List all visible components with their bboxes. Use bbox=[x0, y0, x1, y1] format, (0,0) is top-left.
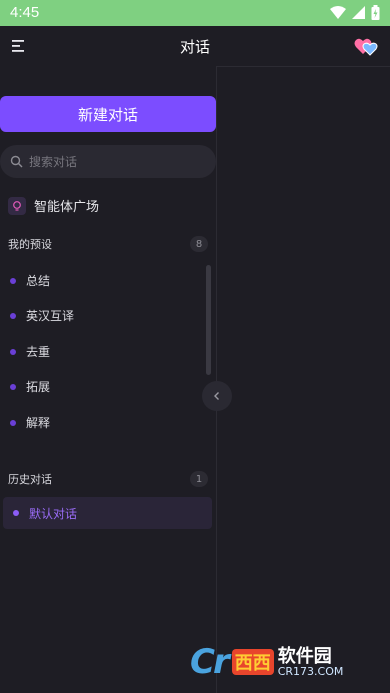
presets-title: 我的预设 bbox=[8, 238, 52, 251]
history-header: 历史对话 1 bbox=[8, 470, 208, 488]
header-divider bbox=[216, 66, 390, 67]
history-label: 默认对话 bbox=[29, 506, 78, 521]
collapse-sidebar-button[interactable] bbox=[202, 381, 232, 411]
watermark-name: 软件园 bbox=[277, 645, 332, 667]
new-chat-button[interactable]: 新建对话 bbox=[0, 96, 216, 132]
watermark-highlight: 西西 bbox=[231, 649, 274, 675]
preset-label: 拓展 bbox=[26, 380, 51, 394]
watermark-site: CR173.COM bbox=[277, 664, 344, 678]
bullet-dot bbox=[10, 312, 16, 319]
chevron-left-icon bbox=[214, 392, 219, 400]
bullet-dot bbox=[13, 510, 19, 516]
bullet-dot bbox=[10, 419, 16, 426]
history-item-default[interactable]: 默认对话 bbox=[3, 497, 212, 529]
bulb-icon bbox=[8, 196, 26, 215]
bullet-dot bbox=[10, 348, 16, 355]
agent-plaza-item[interactable]: 智能体广场 bbox=[8, 196, 99, 215]
agent-plaza-label: 智能体广场 bbox=[34, 200, 100, 215]
status-icons bbox=[330, 5, 380, 20]
preset-item-summary[interactable]: 总结 bbox=[10, 272, 50, 289]
status-time: 4:45 bbox=[10, 4, 40, 21]
bullet-dot bbox=[10, 383, 16, 390]
preset-item-explain[interactable]: 解释 bbox=[10, 414, 50, 431]
top-bar: 对话 bbox=[0, 26, 390, 66]
heart-icon[interactable] bbox=[354, 35, 378, 57]
wifi-icon bbox=[330, 6, 346, 19]
preset-label: 解释 bbox=[26, 416, 51, 430]
watermark-text: 软件园 CR173.COM bbox=[277, 645, 344, 678]
watermark-logo: Cr 西西 软件园 CR173.COM bbox=[190, 641, 372, 683]
search-bar[interactable] bbox=[0, 145, 216, 178]
page-title: 对话 bbox=[179, 38, 210, 56]
preset-item-translate[interactable]: 英汉互译 bbox=[10, 307, 74, 324]
history-count-badge: 1 bbox=[190, 471, 208, 487]
presets-count-badge: 8 bbox=[190, 236, 208, 252]
presets-scrollbar[interactable] bbox=[206, 265, 211, 375]
search-icon bbox=[10, 155, 23, 168]
bullet-dot bbox=[10, 277, 16, 284]
preset-item-expand[interactable]: 拓展 bbox=[10, 378, 50, 395]
battery-icon bbox=[371, 5, 380, 20]
status-bar: 4:45 bbox=[0, 0, 390, 26]
signal-icon bbox=[352, 6, 365, 19]
preset-label: 英汉互译 bbox=[26, 309, 75, 323]
history-title: 历史对话 bbox=[8, 473, 52, 486]
preset-item-dedupe[interactable]: 去重 bbox=[10, 343, 50, 360]
search-input[interactable] bbox=[29, 154, 199, 169]
preset-label: 去重 bbox=[26, 345, 51, 359]
panel-divider bbox=[216, 66, 217, 693]
preset-label: 总结 bbox=[26, 274, 51, 288]
watermark-logo-mark: Cr bbox=[190, 642, 230, 682]
presets-header: 我的预设 8 bbox=[8, 235, 208, 253]
